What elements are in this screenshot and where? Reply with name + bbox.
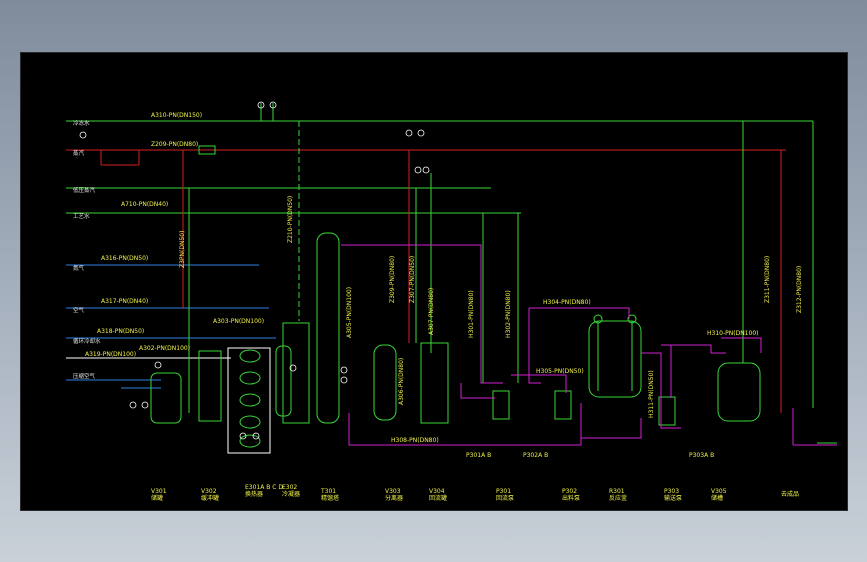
pump-label: P303A B [689, 452, 714, 459]
equipment-legend: V301 储罐 V302 缓冲罐 E301A B C D 换热器 E302 冷凝… [151, 484, 799, 502]
pipe-label: A319-PN(DN100) [85, 351, 136, 358]
equipment-name: 储槽 [711, 494, 723, 502]
utility-label-low-pressure: 低压蒸汽 [73, 186, 96, 194]
equipment-name: 分离器 [385, 494, 403, 502]
pump-box-p301 [492, 390, 510, 420]
pipe-label: Z312-PN(DN80) [796, 266, 803, 313]
equipment-tag: R301 [609, 488, 625, 495]
utility-label-compressed-air: 压缩空气 [73, 372, 96, 380]
pipe-label: H308-PN(DN80) [391, 437, 439, 444]
pipe-label: Z307-PN(DN50) [409, 256, 416, 303]
pipe-label: H311-PN(DN50) [648, 370, 655, 418]
equipment-name: 反应釜 [609, 494, 627, 502]
utility-label-process-water: 工艺水 [73, 212, 90, 220]
equipment-name: 输送泵 [664, 494, 682, 502]
pipe-label: A316-PN(DN50) [101, 255, 148, 262]
pipe-label: A310-PN(DN150) [151, 112, 202, 119]
utility-label-air: 空气 [73, 306, 85, 314]
separator-v303 [373, 344, 397, 421]
equipment-name: 回流泵 [496, 494, 514, 502]
equipment-tag: P302 [562, 488, 577, 495]
equipment-tag: V302 [201, 488, 217, 495]
utility-label-steam: 蒸汽 [73, 149, 85, 157]
exchanger-e301 [227, 347, 271, 454]
utility-label-circulating-water: 循环冷却水 [73, 337, 101, 345]
pipe-label: A305-PN(DN100) [346, 287, 353, 338]
pipe-label: A307-PN(DN80) [428, 288, 435, 335]
equipment-name: 储罐 [151, 494, 163, 502]
product-lines [341, 244, 762, 446]
pipe-label: A317-PN(DN40) [101, 298, 148, 305]
reactor-r301 [588, 320, 642, 398]
equipment-tag: E302 [282, 484, 297, 491]
steam-valve-train [100, 145, 216, 166]
cad-drawing-viewport[interactable]: 冷冻水 蒸汽 低压蒸汽 工艺水 氮气 空气 循环冷却水 压缩空气 A310-PN… [20, 52, 848, 511]
equipment-name: 冷凝器 [282, 490, 300, 498]
equipment-name: 去成品 [781, 490, 799, 498]
pipe-label: A710-PN(DN40) [121, 201, 168, 208]
pipe-label: H310-PN(DN100) [707, 330, 758, 337]
vessel-v302 [198, 350, 222, 422]
equipment [150, 232, 761, 454]
pipe-label: Z309-PN(DN80) [389, 256, 396, 303]
pump-labels: P301A B P302A B P303A B [466, 452, 714, 459]
utility-label-nitrogen: 氮气 [73, 264, 85, 272]
equipment-tag: T301 [320, 488, 336, 495]
equipment-tag: P301 [496, 488, 511, 495]
pipe-label: H304-PN(DN80) [543, 299, 591, 306]
equipment-tag: P303 [664, 488, 679, 495]
equipment-tag: E301A B C D [245, 484, 283, 491]
process-flow-diagram: 冷冻水 蒸汽 低压蒸汽 工艺水 氮气 空气 循环冷却水 压缩空气 A310-PN… [66, 101, 837, 502]
tank-v305 [717, 362, 761, 422]
equipment-tag: V303 [385, 488, 401, 495]
pipe-label: A302-PN(DN100) [139, 345, 190, 352]
pump-box-p302 [554, 390, 572, 420]
pipe-label: Z3PN(DN50) [179, 231, 186, 268]
pipe-line-labels: A310-PN(DN150) Z209-PN(DN80) A710-PN(DN4… [85, 112, 803, 444]
equipment-tag: V305 [711, 488, 727, 495]
equipment-tag: V301 [151, 488, 167, 495]
equipment-name: 出料泵 [562, 494, 580, 502]
pipe-label: H301-PN(DN80) [468, 290, 475, 338]
pipe-label: Z209-PN(DN80) [151, 141, 198, 148]
pipe-label: A303-PN(DN100) [213, 318, 264, 325]
utility-labels: 冷冻水 蒸汽 低压蒸汽 工艺水 氮气 空气 循环冷却水 压缩空气 [73, 119, 101, 380]
equipment-name: 缓冲罐 [201, 494, 219, 502]
equipment-tag: V304 [429, 488, 445, 495]
pipe-label: H302-PN(DN80) [505, 290, 512, 338]
utility-label-cold-water: 冷冻水 [73, 119, 90, 127]
drum-v304 [420, 342, 449, 424]
pipe-label: Z210-PN(DN50) [287, 196, 294, 243]
equipment-name: 精馏塔 [321, 494, 339, 502]
pipe-label: Z311-PN(DN80) [764, 256, 771, 303]
utility-drops [182, 103, 837, 446]
pump-label: P301A B [466, 452, 491, 459]
equipment-name: 换热器 [245, 490, 263, 498]
equipment-name: 回流罐 [429, 494, 447, 502]
pipe-label: H305-PN(DN50) [536, 368, 584, 375]
pipe-label: A318-PN(DN50) [97, 328, 144, 335]
pump-label: P302A B [523, 452, 548, 459]
pipe-label: A306-PN(DN80) [398, 358, 405, 405]
tower-t301 [316, 232, 340, 424]
